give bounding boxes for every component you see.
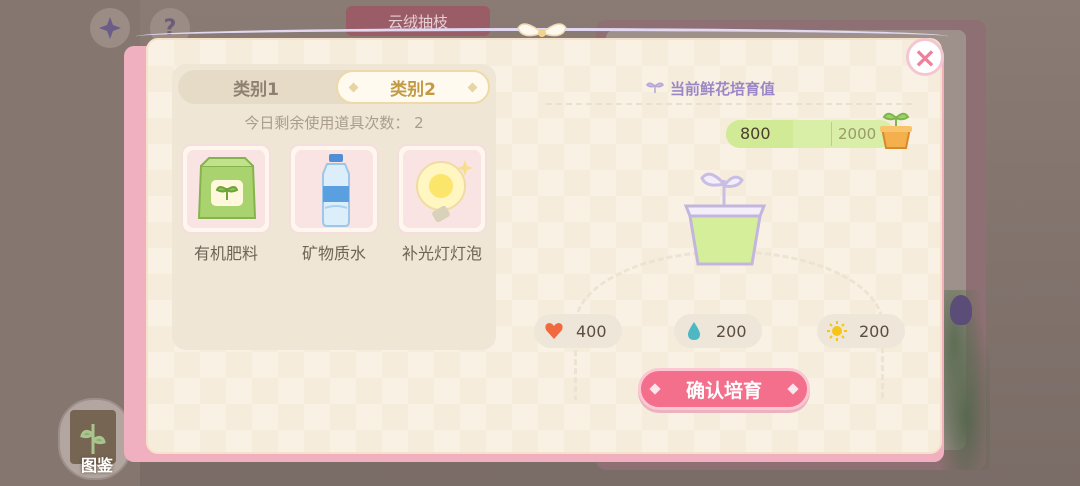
tab-category-2[interactable]: 类别2 xyxy=(336,70,490,104)
water-drop-icon xyxy=(688,322,700,340)
item-mineral-water[interactable] xyxy=(289,144,379,234)
tab-label: 类别2 xyxy=(390,79,436,100)
close-button[interactable]: × xyxy=(906,38,944,76)
item-label: 矿物质水 xyxy=(301,244,366,263)
diamond-icon xyxy=(467,82,478,93)
tab-category-1[interactable]: 类别1 xyxy=(178,70,334,104)
diamond-icon xyxy=(787,383,799,395)
nurture-max-value: 2000 xyxy=(838,125,877,143)
heart-value: 400 xyxy=(576,321,607,341)
light-bulb-icon xyxy=(416,160,473,223)
item-label: 补光灯灯泡 xyxy=(401,244,482,263)
diamond-icon xyxy=(348,82,359,93)
divider xyxy=(546,103,912,105)
seedling-pot-icon xyxy=(683,172,767,266)
atlas-label: 图鉴 xyxy=(80,456,113,475)
compass-icon xyxy=(90,8,130,48)
sprout-icon xyxy=(646,82,664,93)
item-grow-light-bulb[interactable] xyxy=(397,144,487,234)
stat-heart: 400 xyxy=(534,314,622,348)
flower-pot-icon xyxy=(880,112,912,149)
category-tabs: 类别1 类别2 xyxy=(178,70,490,104)
item-label: 有机肥料 xyxy=(193,244,258,263)
sun-value: 200 xyxy=(859,321,890,341)
nurture-value-title: 当前鲜花培育值 xyxy=(670,80,776,98)
stat-water: 200 xyxy=(674,314,762,348)
water-value: 200 xyxy=(716,321,747,341)
heart-icon xyxy=(545,323,563,339)
sun-icon xyxy=(827,321,847,341)
background-flower xyxy=(950,295,972,325)
confirm-nurture-button[interactable]: 确认培育 xyxy=(638,368,810,410)
nurture-current-value: 800 xyxy=(740,124,771,143)
confirm-label: 确认培育 xyxy=(685,379,762,402)
fertilizer-bag-icon xyxy=(197,157,257,219)
stat-sun: 200 xyxy=(817,314,905,348)
tab-label: 类别1 xyxy=(233,79,279,100)
diamond-icon xyxy=(649,383,661,395)
item-fertilizer[interactable] xyxy=(181,144,271,234)
progress-divider xyxy=(831,122,832,146)
remaining-uses-text: 今日剩余使用道具次数： 2 xyxy=(244,114,424,132)
water-bottle-icon xyxy=(322,154,350,227)
close-icon: × xyxy=(913,40,937,74)
bow-icon xyxy=(514,18,570,48)
